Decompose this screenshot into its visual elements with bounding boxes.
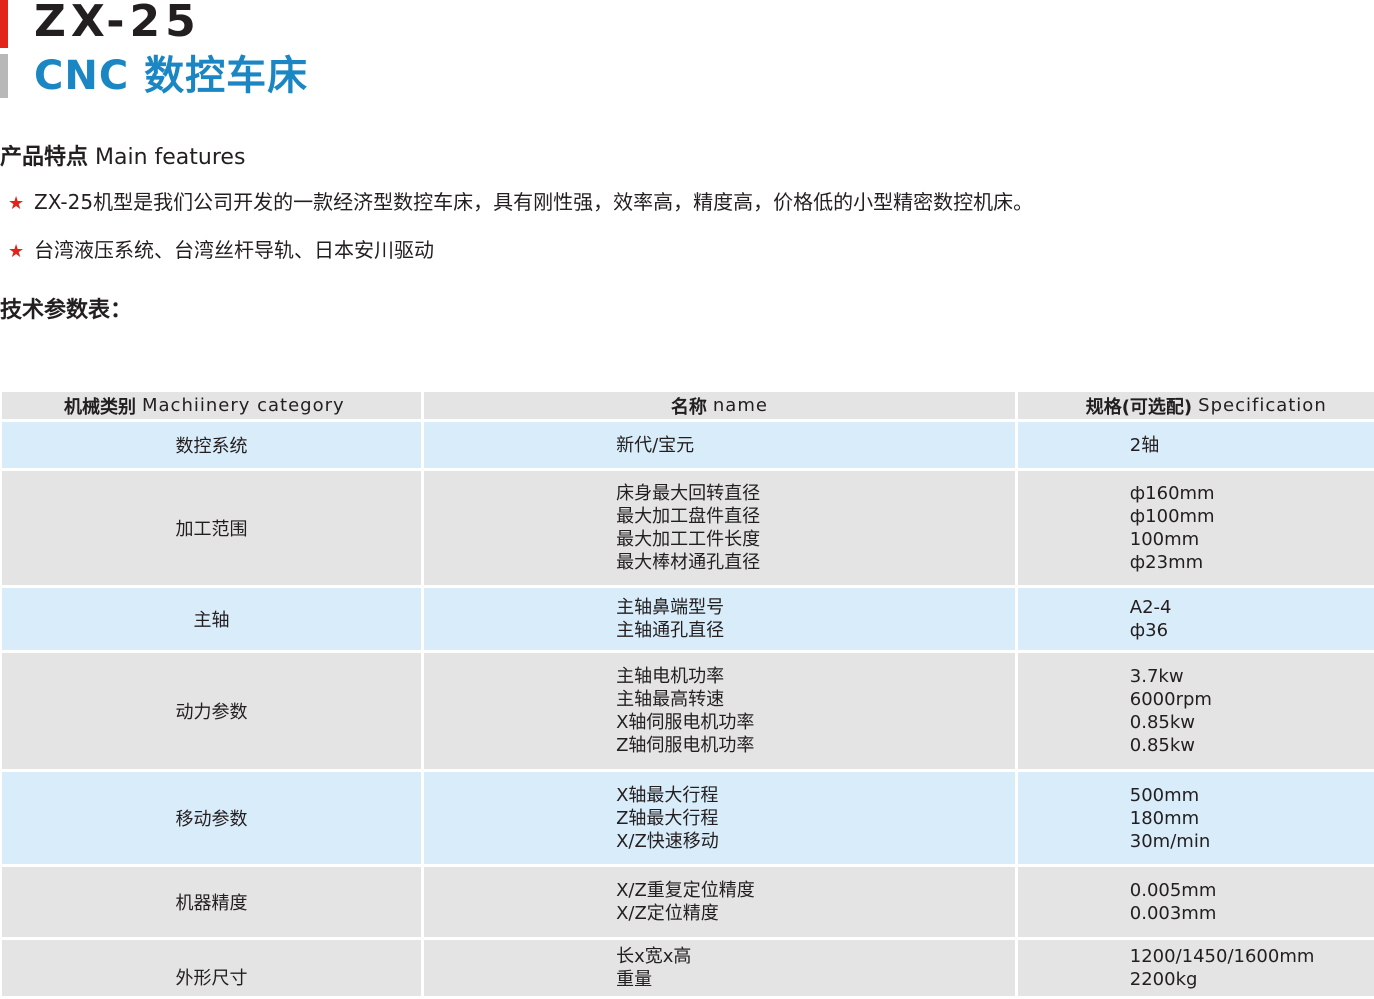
spec-cell: 2轴 (1017, 422, 1374, 468)
category-cell: 机器精度 (2, 867, 422, 937)
table-row: 移动参数 X轴最大行程 Z轴最大行程 X/Z快速移动 500mm 180mm 3… (2, 772, 1374, 864)
column-header-name: 名称 name (424, 392, 1015, 419)
spec-cell: A2-4 ф36 (1017, 588, 1374, 650)
table-row: 数控系统 新代/宝元 2轴 (2, 422, 1374, 468)
star-icon: ★ (8, 193, 25, 214)
name-cell: 主轴电机功率 主轴最高转速 X轴伺服电机功率 Z轴伺服电机功率 (424, 653, 1015, 769)
name-cell: X/Z重复定位精度 X/Z定位精度 (424, 867, 1015, 937)
category-cell: 移动参数 (2, 772, 422, 864)
table-row: 机器精度 X/Z重复定位精度 X/Z定位精度 0.005mm 0.003mm (2, 867, 1374, 937)
name-cell: X轴最大行程 Z轴最大行程 X/Z快速移动 (424, 772, 1015, 864)
table-row: 外形尺寸 长x宽x高 重量 1200/1450/1600mm 2200kg (2, 940, 1374, 996)
category-cell: 动力参数 (2, 653, 422, 769)
table-header-row: 机械类别 Machiinery category 名称 name 规格(可选配) Sp… (2, 392, 1374, 419)
name-cell: 主轴鼻端型号 主轴通孔直径 (424, 588, 1015, 650)
feature-text: 台湾液压系统、台湾丝杆导轨、日本安川驱动 (34, 238, 434, 262)
category-cell: 外形尺寸 (2, 940, 422, 996)
features-heading-zh: 产品特点 (0, 145, 89, 170)
column-header-spec: 规格(可选配) Specification (1017, 392, 1374, 419)
page-header: ZX-25 CNC 数控车床 (0, 0, 600, 100)
params-heading: 技术参数表： (0, 298, 133, 323)
accent-bar-gray (0, 54, 8, 98)
product-subtitle: CNC 数控车床 (34, 53, 309, 99)
table-row: 加工范围 床身最大回转直径 最大加工盘件直径 最大加工工件长度 最大棒材通孔直径… (2, 471, 1374, 585)
features-heading: 产品特点 Main features (0, 143, 245, 173)
spec-cell: 500mm 180mm 30m/min (1017, 772, 1374, 864)
spec-cell: 3.7kw 6000rpm 0.85kw 0.85kw (1017, 653, 1374, 769)
name-cell: 新代/宝元 (424, 422, 1015, 468)
name-cell: 长x宽x高 重量 (424, 940, 1015, 996)
feature-item: ★ 台湾液压系统、台湾丝杆导轨、日本安川驱动 (8, 236, 434, 266)
feature-text: ZX-25机型是我们公司开发的一款经济型数控车床，具有刚性强，效率高，精度高，价… (34, 190, 1034, 214)
spec-cell: ф160mm ф100mm 100mm ф23mm (1017, 471, 1374, 585)
accent-bar-red (0, 0, 8, 48)
category-cell: 数控系统 (2, 422, 422, 468)
star-icon: ★ (8, 241, 25, 262)
table-row: 动力参数 主轴电机功率 主轴最高转速 X轴伺服电机功率 Z轴伺服电机功率 3.7… (2, 653, 1374, 769)
model-title: ZX-25 (34, 0, 201, 47)
name-cell: 床身最大回转直径 最大加工盘件直径 最大加工工件长度 最大棒材通孔直径 (424, 471, 1015, 585)
spec-cell: 1200/1450/1600mm 2200kg (1017, 940, 1374, 996)
spec-cell: 0.005mm 0.003mm (1017, 867, 1374, 937)
table-row: 主轴 主轴鼻端型号 主轴通孔直径 A2-4 ф36 (2, 588, 1374, 650)
features-heading-en: Main features (95, 145, 246, 170)
category-cell: 加工范围 (2, 471, 422, 585)
category-cell: 主轴 (2, 588, 422, 650)
column-header-category: 机械类别 Machiinery category (2, 392, 422, 419)
feature-item: ★ ZX-25机型是我们公司开发的一款经济型数控车床，具有刚性强，效率高，精度高，… (8, 188, 1033, 218)
